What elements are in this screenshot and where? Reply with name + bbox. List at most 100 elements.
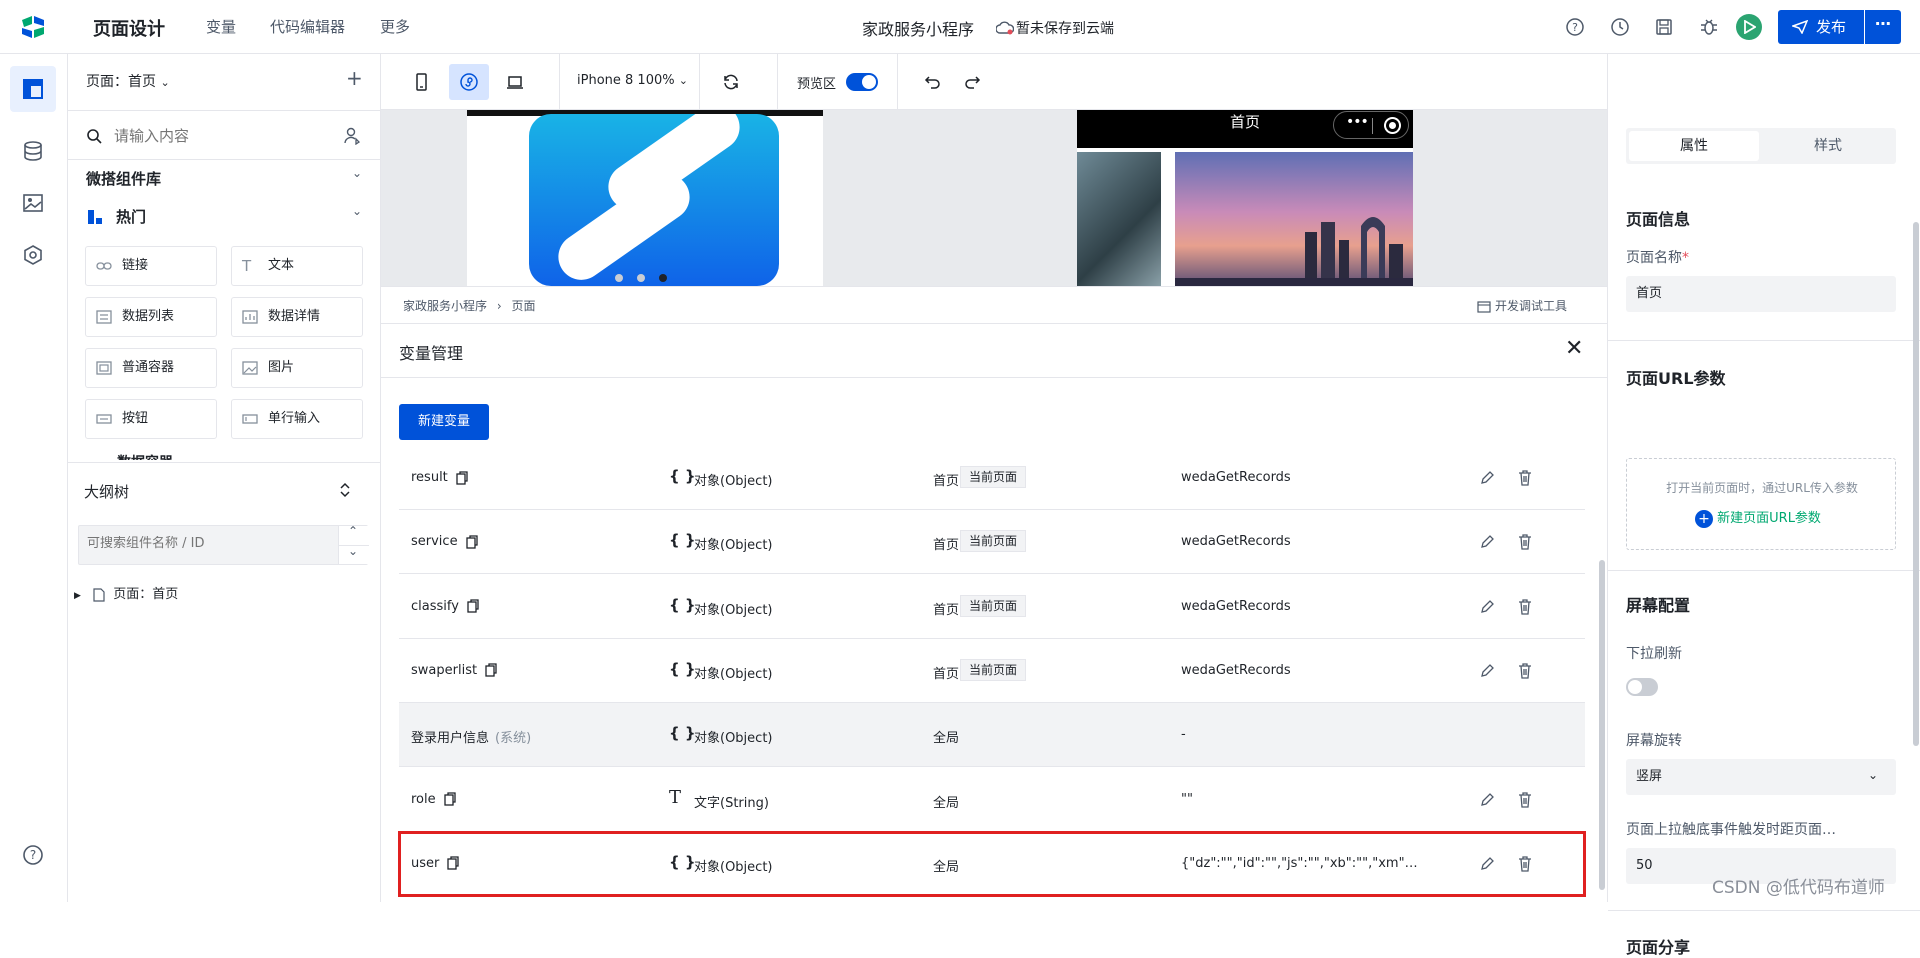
page-name-input[interactable]: 首页 <box>1626 276 1896 312</box>
file-icon <box>93 587 105 602</box>
svg-text:?: ? <box>1572 21 1578 34</box>
chevron-down-icon[interactable]: ⌄ <box>348 544 358 558</box>
outline-search-input[interactable] <box>87 536 327 551</box>
delete-icon[interactable] <box>1517 469 1533 486</box>
variable-name-text: result <box>411 470 448 485</box>
user-filter-icon[interactable] <box>343 127 361 145</box>
caret-right-icon[interactable]: ▶ <box>74 591 81 601</box>
variable-row[interactable]: service { } 对象(Object) 首页 当前页面 wedaGetRecords <box>399 510 1585 575</box>
component-data-list[interactable]: 数据列表 <box>85 297 217 337</box>
more-options-button[interactable]: ⋯ <box>1865 10 1901 44</box>
copy-icon[interactable] <box>456 470 468 485</box>
desktop-view-button[interactable] <box>495 64 535 100</box>
close-icon[interactable]: ✕ <box>1565 336 1583 361</box>
miniprogram-view-button[interactable] <box>449 64 489 100</box>
help-icon[interactable]: ? <box>1565 17 1585 37</box>
debug-icon[interactable] <box>1699 17 1719 37</box>
preview-toggle[interactable] <box>846 73 878 91</box>
properties-scrollbar[interactable] <box>1913 222 1919 746</box>
more-dots-icon[interactable]: ••• <box>1346 114 1369 130</box>
save-icon[interactable] <box>1654 17 1674 37</box>
chevron-down-icon[interactable]: ⌄ <box>352 166 362 180</box>
variable-name: result <box>411 470 468 485</box>
variable-row[interactable]: swaperlist { } 对象(Object) 首页 当前页面 wedaGetReco… <box>399 639 1585 703</box>
page-selector[interactable]: 页面：首页 ⌄ <box>86 71 170 91</box>
mobile-view-button[interactable] <box>401 64 441 100</box>
component-data-detail[interactable]: 数据详情 <box>231 297 363 337</box>
tree-node-page[interactable]: ▶ 页面：首页 <box>74 583 178 602</box>
variable-row[interactable]: user { } 对象(Object) 全局 {"dz":"","id":"","js"… <box>398 830 1586 897</box>
pull-refresh-toggle[interactable] <box>1626 678 1658 696</box>
dev-tools-button[interactable]: 开发调试工具 <box>1477 297 1567 314</box>
rail-help[interactable]: ? <box>10 832 56 878</box>
redo-button[interactable] <box>952 64 992 100</box>
run-button[interactable] <box>1736 14 1762 40</box>
nav-variables[interactable]: 变量 <box>206 16 236 37</box>
variable-row[interactable]: result { } 对象(Object) 首页 当前页面 wedaGetRecords <box>399 446 1585 510</box>
add-page-icon[interactable]: + <box>346 66 363 90</box>
copy-icon[interactable] <box>443 792 456 806</box>
partial-category: 数据容器 <box>85 452 381 460</box>
copy-icon[interactable] <box>447 856 460 870</box>
variable-value: wedaGetRecords <box>1181 470 1291 485</box>
publish-button[interactable]: 发布 <box>1778 10 1864 44</box>
component-container[interactable]: 普通容器 <box>85 348 217 388</box>
variable-name-text: classify <box>411 598 459 614</box>
chevron-down-icon[interactable]: ⌄ <box>352 204 362 218</box>
component-text-input[interactable]: 单行输入 <box>231 399 363 439</box>
rail-pages[interactable] <box>10 66 56 112</box>
variable-row[interactable]: 登录用户信息 (系统) { } 对象(Object) 全局 - <box>399 703 1585 768</box>
copy-icon[interactable] <box>465 535 478 549</box>
undo-button[interactable] <box>913 64 953 100</box>
component-label: 数据详情 <box>268 309 321 324</box>
hexagon-settings-icon <box>24 245 42 265</box>
component-text[interactable]: T 文本 <box>231 246 363 286</box>
component-search-input[interactable] <box>114 123 334 149</box>
outline-stepper[interactable]: ⌃ ⌄ <box>338 524 369 564</box>
component-button[interactable]: 按钮 <box>85 399 217 439</box>
delete-icon[interactable] <box>1517 598 1533 615</box>
screen-rotation-select[interactable]: 竖屏 ⌄ <box>1626 759 1896 795</box>
variable-row[interactable]: classify { } 对象(Object) 首页 当前页面 wedaGetRecord… <box>399 575 1585 639</box>
add-url-param-button[interactable]: + 新建页面URL参数 <box>1695 507 1821 528</box>
page-design-title[interactable]: 页面设计 <box>93 15 165 41</box>
rail-settings[interactable] <box>10 232 56 278</box>
refresh-button[interactable] <box>711 64 751 100</box>
chevron-down-icon: ⌄ <box>1868 768 1879 782</box>
rail-media[interactable] <box>10 180 56 226</box>
hot-category-title[interactable]: 热门 <box>116 206 146 227</box>
nav-code-editor[interactable]: 代码编辑器 <box>270 16 345 37</box>
copy-icon[interactable] <box>485 663 497 678</box>
delete-icon[interactable] <box>1517 855 1533 872</box>
edit-icon[interactable] <box>1479 534 1495 550</box>
tab-properties[interactable]: 属性 <box>1629 131 1759 161</box>
vertical-scrollbar[interactable] <box>1599 560 1605 890</box>
delete-icon[interactable] <box>1517 662 1533 679</box>
rail-data[interactable] <box>10 128 56 174</box>
delete-icon[interactable] <box>1517 533 1533 550</box>
device-select[interactable]: iPhone 8 100% ⌄ <box>577 73 688 88</box>
capsule-button[interactable]: ••• <box>1333 111 1409 139</box>
nav-more[interactable]: 更多 <box>380 16 410 37</box>
new-variable-button[interactable]: 新建变量 <box>399 404 489 440</box>
system-tag: (系统) <box>495 731 532 747</box>
delete-icon[interactable] <box>1517 791 1533 808</box>
history-icon[interactable] <box>1610 17 1630 37</box>
component-link[interactable]: 链接 <box>85 246 217 286</box>
chevron-up-icon[interactable]: ⌃ <box>348 524 358 538</box>
breadcrumb-page[interactable]: 页面 <box>511 299 535 313</box>
edit-icon[interactable] <box>1479 663 1495 679</box>
variable-row[interactable]: role T 文字(String) 全局 "" <box>399 768 1585 832</box>
url-params-box: 打开当前页面时，通过URL传入参数 + 新建页面URL参数 <box>1626 458 1896 550</box>
library-title[interactable]: 微搭组件库 <box>86 168 161 189</box>
edit-icon[interactable] <box>1479 470 1495 486</box>
tab-style[interactable]: 样式 <box>1763 131 1893 161</box>
close-capsule-icon[interactable] <box>1384 117 1401 134</box>
component-image[interactable]: 图片 <box>231 348 363 388</box>
copy-icon[interactable] <box>467 599 479 613</box>
edit-icon[interactable] <box>1479 599 1495 615</box>
breadcrumb-app[interactable]: 家政服务小程序 <box>403 299 487 313</box>
edit-icon[interactable] <box>1479 856 1495 872</box>
collapse-icon[interactable] <box>338 481 352 499</box>
edit-icon[interactable] <box>1479 792 1495 808</box>
